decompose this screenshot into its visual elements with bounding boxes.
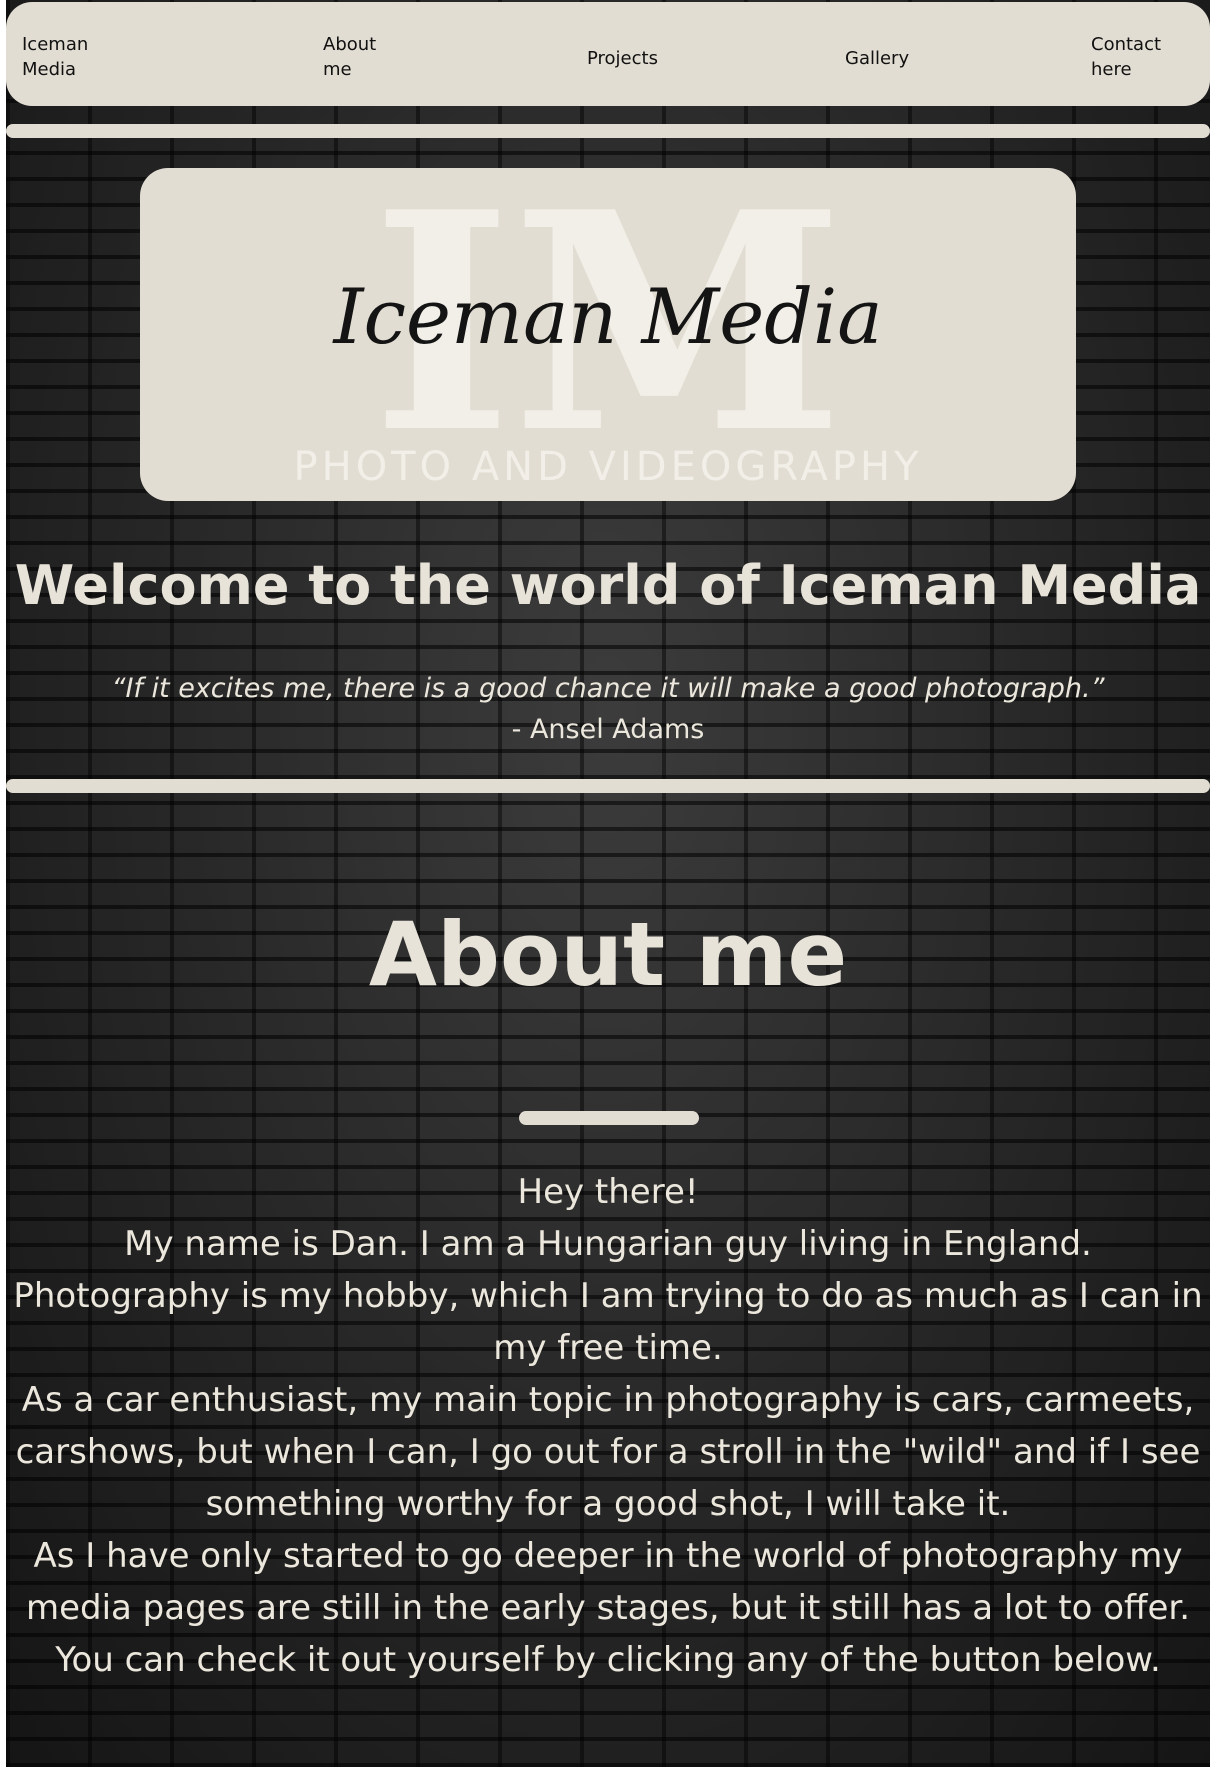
welcome-heading: Welcome to the world of Iceman Media bbox=[14, 554, 1202, 617]
iceman-media-logo: IM Iceman Media PHOTO AND VIDEOGRAPHY bbox=[294, 168, 923, 499]
nav-gallery-link[interactable]: Gallery bbox=[845, 46, 909, 71]
about-heading: About me bbox=[368, 903, 848, 1006]
about-paragraph: Photography is my hobby, which I am tryi… bbox=[13, 1276, 1203, 1368]
divider-top bbox=[6, 124, 1210, 138]
logo-script-text: Iceman Media bbox=[331, 272, 882, 361]
about-paragraph: Hey there! bbox=[517, 1172, 699, 1212]
about-paragraph: As a car enthusiast, my main topic in ph… bbox=[15, 1380, 1201, 1524]
quote-author: - Ansel Adams bbox=[511, 714, 705, 745]
nav-about-link[interactable]: About me bbox=[323, 32, 383, 82]
page: Iceman Media About me Projects Gallery C… bbox=[6, 0, 1210, 1767]
about-text: Hey there! My name is Dan. I am a Hungar… bbox=[6, 1166, 1210, 1686]
about-paragraph: As I have only started to go deeper in t… bbox=[25, 1536, 1191, 1628]
about-underline bbox=[519, 1111, 699, 1125]
logo-banner: IM Iceman Media PHOTO AND VIDEOGRAPHY bbox=[140, 168, 1076, 501]
top-navbar: Iceman Media About me Projects Gallery C… bbox=[6, 2, 1210, 106]
about-paragraph: My name is Dan. I am a Hungarian guy liv… bbox=[124, 1224, 1092, 1264]
nav-contact-link[interactable]: Contact here bbox=[1091, 32, 1171, 82]
about-paragraph: You can check it out yourself by clickin… bbox=[55, 1640, 1161, 1680]
nav-brand-link[interactable]: Iceman Media bbox=[22, 32, 112, 82]
divider-middle bbox=[6, 779, 1210, 793]
logo-tagline: PHOTO AND VIDEOGRAPHY bbox=[294, 444, 923, 490]
quote-text: “If it excites me, there is a good chanc… bbox=[111, 673, 1105, 704]
nav-projects-link[interactable]: Projects bbox=[587, 46, 658, 71]
